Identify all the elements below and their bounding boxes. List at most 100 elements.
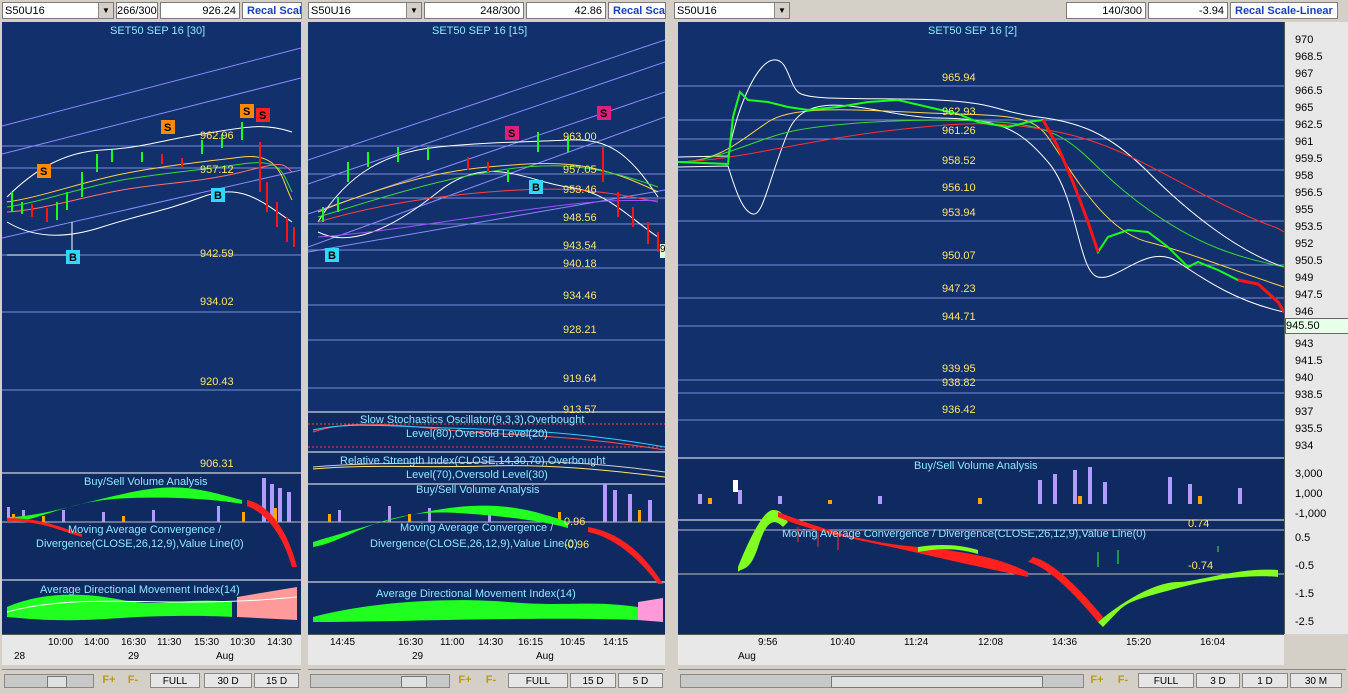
svg-text:S: S xyxy=(243,106,250,118)
axis-tick: 940 xyxy=(1295,372,1314,384)
axis-tick: 959.5 xyxy=(1295,153,1323,165)
recal-scale-button[interactable]: Recal Scale-Linear xyxy=(1230,2,1338,19)
last-value: -3.94 xyxy=(1148,2,1228,19)
symbol-value: S50U16 xyxy=(5,5,45,17)
level-label: 938.82 xyxy=(942,377,976,389)
last-value: 42.86 xyxy=(526,2,606,19)
time-label: 10:45 xyxy=(560,637,586,648)
time-label: 11:00 xyxy=(440,637,465,648)
time-label: 15:30 xyxy=(194,637,220,648)
range-3d-button[interactable]: 3 D xyxy=(1196,673,1240,688)
level-label: 956.10 xyxy=(942,182,976,194)
range-full-button[interactable]: FULL xyxy=(150,673,200,688)
date-label: 29 xyxy=(412,651,424,662)
range-1d-button[interactable]: 1 D xyxy=(1242,673,1288,688)
symbol-select[interactable]: S50U16 ▼ xyxy=(674,2,790,19)
range-30d-button[interactable]: 30 D xyxy=(204,673,252,688)
axis-tick: 966.5 xyxy=(1295,85,1323,97)
axis-tick: -2.5 xyxy=(1295,616,1314,628)
subchart-title-macd-2: Divergence(CLOSE,26,12,9),Value Line(0) xyxy=(36,538,244,550)
symbol-select[interactable]: S50U16 ▼ xyxy=(308,2,422,19)
chevron-down-icon[interactable]: ▼ xyxy=(774,3,789,18)
range-5d-button[interactable]: 5 D xyxy=(618,673,663,688)
scroll-thumb[interactable] xyxy=(401,676,427,688)
chart-area[interactable]: S S S S B B SET50 SEP 16 [30] 962.96 957… xyxy=(2,22,301,634)
range-15d-button[interactable]: 15 D xyxy=(570,673,616,688)
current-price-tag: 945.50 xyxy=(1285,318,1348,334)
time-label: 11:30 xyxy=(157,637,182,648)
axis-tick: 946 xyxy=(1295,306,1314,318)
last-price-tag: 9 xyxy=(660,244,665,258)
macd-level: -0.96 xyxy=(564,539,590,551)
chart-title: SET50 SEP 16 [30] xyxy=(110,25,206,37)
level-label: 934.02 xyxy=(200,296,234,308)
macd-level: -0.74 xyxy=(1188,560,1214,572)
horizontal-scrollbar[interactable] xyxy=(310,674,450,688)
scroll-thumb[interactable] xyxy=(47,676,67,688)
bar-count: 140/300 xyxy=(1066,2,1146,19)
zoom-in-button[interactable]: F+ xyxy=(454,673,476,688)
time-label: 15:20 xyxy=(1126,637,1152,648)
scroll-thumb[interactable] xyxy=(831,676,1043,688)
time-label: 10:40 xyxy=(830,637,856,648)
time-label: 14:45 xyxy=(330,637,356,648)
recal-scale-button[interactable]: Recal Scale xyxy=(242,2,302,19)
range-full-button[interactable]: FULL xyxy=(508,673,568,688)
zoom-out-button[interactable]: F- xyxy=(480,673,502,688)
zoom-in-button[interactable]: F+ xyxy=(98,673,120,688)
range-30m-button[interactable]: 30 M xyxy=(1290,673,1342,688)
range-full-button[interactable]: FULL xyxy=(1138,673,1194,688)
axis-tick: -0.5 xyxy=(1295,560,1314,572)
time-axis: 14:45 16:30 11:00 14:30 16:15 10:45 14:1… xyxy=(308,634,665,665)
axis-tick: 1,000 xyxy=(1295,488,1323,500)
subchart-title-macd: Moving Average Convergence / Divergence(… xyxy=(782,528,1147,540)
axis-tick: 968.5 xyxy=(1295,51,1323,63)
time-label: 14:30 xyxy=(267,637,293,648)
horizontal-scrollbar[interactable] xyxy=(4,674,94,688)
svg-text:S: S xyxy=(508,128,515,140)
zoom-in-button[interactable]: F+ xyxy=(1086,673,1108,688)
axis-tick: 953.5 xyxy=(1295,221,1323,233)
time-label: 10:00 xyxy=(48,637,74,648)
date-label: 28 xyxy=(14,651,26,662)
chart-area[interactable]: S S B B SET50 SEP 16 [15] 963.00 957.05 … xyxy=(308,22,665,650)
date-label: Aug xyxy=(536,651,554,662)
chart-area[interactable]: SET50 SEP 16 [2] 965.94 962.93 961.26 95… xyxy=(678,22,1284,634)
level-label: 934.46 xyxy=(563,290,597,302)
svg-text:S: S xyxy=(40,166,47,178)
chart-title: SET50 SEP 16 [15] xyxy=(432,25,528,37)
svg-text:S: S xyxy=(259,110,266,122)
svg-text:S: S xyxy=(600,108,607,120)
last-value: 926.24 xyxy=(160,2,240,19)
time-label: 9:56 xyxy=(758,637,778,648)
subchart-title-volume: Buy/Sell Volume Analysis xyxy=(914,460,1038,472)
svg-text:B: B xyxy=(328,250,336,262)
recal-scale-button[interactable]: Recal Scale xyxy=(608,2,666,19)
level-label: 962.96 xyxy=(200,130,234,142)
axis-tick: 950.5 xyxy=(1295,255,1323,267)
subchart-title-volume: Buy/Sell Volume Analysis xyxy=(416,484,540,496)
chevron-down-icon[interactable]: ▼ xyxy=(406,3,421,18)
symbol-select[interactable]: S50U16 ▼ xyxy=(2,2,114,19)
time-label: 16:04 xyxy=(1200,637,1226,648)
horizontal-scrollbar[interactable] xyxy=(680,674,1084,688)
panel-footer: F+ F- FULL 15 D 5 D xyxy=(308,669,665,692)
axis-tick: 958 xyxy=(1295,170,1314,182)
axis-tick: 938.5 xyxy=(1295,389,1323,401)
date-label: Aug xyxy=(216,651,234,662)
level-label: 948.56 xyxy=(563,212,597,224)
zoom-out-button[interactable]: F- xyxy=(1112,673,1134,688)
time-label: 16:30 xyxy=(398,637,424,648)
time-label: 14:30 xyxy=(478,637,504,648)
chevron-down-icon[interactable]: ▼ xyxy=(98,3,113,18)
subchart-title-macd: Moving Average Convergence / xyxy=(68,524,222,536)
chart-panel-2min: S50U16 ▼ 140/300 -3.94 Recal Scale-Linear xyxy=(672,0,1348,694)
zoom-out-button[interactable]: F- xyxy=(122,673,144,688)
range-15d-button[interactable]: 15 D xyxy=(254,673,299,688)
level-label: 965.94 xyxy=(942,72,976,84)
chart-title: SET50 SEP 16 [2] xyxy=(928,25,1018,37)
axis-tick: 961 xyxy=(1295,136,1314,148)
panel-toolbar: S50U16 ▼ 248/300 42.86 Recal Scale xyxy=(306,0,668,22)
time-label: 14:15 xyxy=(603,637,629,648)
axis-tick: 962.5 xyxy=(1295,119,1323,131)
